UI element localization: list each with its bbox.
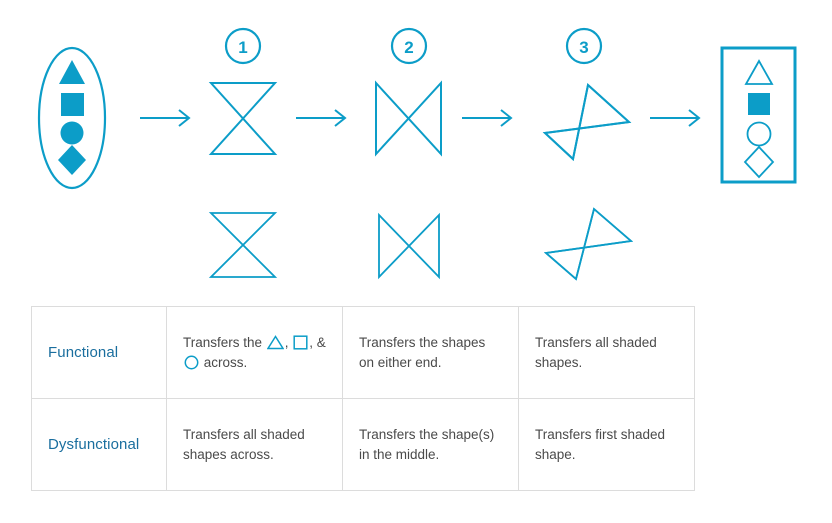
cell-segment-text: ,	[284, 334, 293, 350]
solid-circle-icon	[60, 121, 84, 145]
inline-outline-triangle-icon	[266, 334, 284, 350]
rotated-pinwheel-shape-3	[542, 83, 632, 161]
cell-dysfunctional-2: Transfers the shape(s) in the middle.	[342, 398, 519, 491]
right-arrow-icon-3	[462, 109, 513, 127]
row-label-cell-functional: Functional	[31, 306, 167, 399]
cell-text-functional-3: Transfers all shaded shapes.	[535, 334, 657, 370]
vertical-hourglass-shape-1	[208, 82, 278, 155]
inline-outline-square-icon	[293, 334, 308, 350]
cell-functional-3: Transfers all shaded shapes.	[518, 306, 695, 399]
repeat-horizontal-bowtie-shape	[378, 212, 440, 280]
solid-square-icon	[748, 93, 770, 115]
step-badge-number-3: 3	[579, 38, 588, 57]
outline-circle-icon	[746, 121, 772, 147]
input-shape-set	[37, 46, 107, 190]
row-label-dysfunctional: Dysfunctional	[48, 435, 140, 453]
solid-triangle-icon	[59, 60, 85, 84]
cell-dysfunctional-3: Transfers first shaded shape.	[518, 398, 695, 491]
step-badge-number-2: 2	[404, 38, 413, 57]
right-arrow-icon-1	[140, 109, 191, 127]
table-row: Dysfunctional Transfers all shaded shape…	[31, 398, 695, 491]
step-badge-number-1: 1	[238, 38, 247, 57]
table-row: Functional Transfers the , , & across. T…	[31, 306, 695, 399]
cell-functional-1: Transfers the , , & across.	[166, 306, 343, 399]
solid-square-icon	[61, 93, 84, 116]
row-label-functional: Functional	[48, 343, 119, 361]
cell-segment-text: , &	[309, 334, 326, 350]
inline-outline-circle-icon	[184, 355, 199, 370]
cell-text-dysfunctional-1: Transfers all shaded shapes across.	[183, 426, 305, 462]
step-badge-1: 1	[224, 27, 262, 65]
right-arrow-icon-2	[296, 109, 347, 127]
cell-text-functional-2: Transfers the shapes on either end.	[359, 334, 486, 370]
row-label-cell-dysfunctional: Dysfunctional	[31, 398, 167, 491]
horizontal-bowtie-shape-2	[375, 80, 442, 157]
step-badge-3: 3	[565, 27, 603, 65]
cell-text-dysfunctional-3: Transfers first shaded shape.	[535, 426, 666, 462]
repeat-vertical-hourglass-shape	[208, 212, 278, 278]
cell-segment-text: Transfers the	[183, 334, 266, 350]
repeat-rotated-pinwheel-shape	[543, 207, 634, 281]
cell-segment-text: across.	[200, 354, 248, 370]
output-shape-set	[720, 46, 797, 184]
functional-dysfunctional-table: Functional Transfers the , , & across. T…	[31, 306, 695, 491]
cell-text-dysfunctional-2: Transfers the shape(s) in the middle.	[359, 426, 495, 462]
solid-diamond-icon	[58, 145, 86, 175]
cell-functional-2: Transfers the shapes on either end.	[342, 306, 519, 399]
outline-triangle-icon	[744, 59, 774, 85]
cell-dysfunctional-1: Transfers all shaded shapes across.	[166, 398, 343, 491]
step-badge-2: 2	[390, 27, 428, 65]
cell-text-functional-1: Transfers the , , & across.	[183, 335, 326, 370]
slide-canvas: 1 2 3 Functional Transfers the , , & acr…	[0, 0, 832, 523]
process-diagram: 1 2 3	[37, 27, 797, 281]
outline-diamond-icon	[743, 145, 775, 179]
right-arrow-icon-4	[650, 109, 701, 127]
